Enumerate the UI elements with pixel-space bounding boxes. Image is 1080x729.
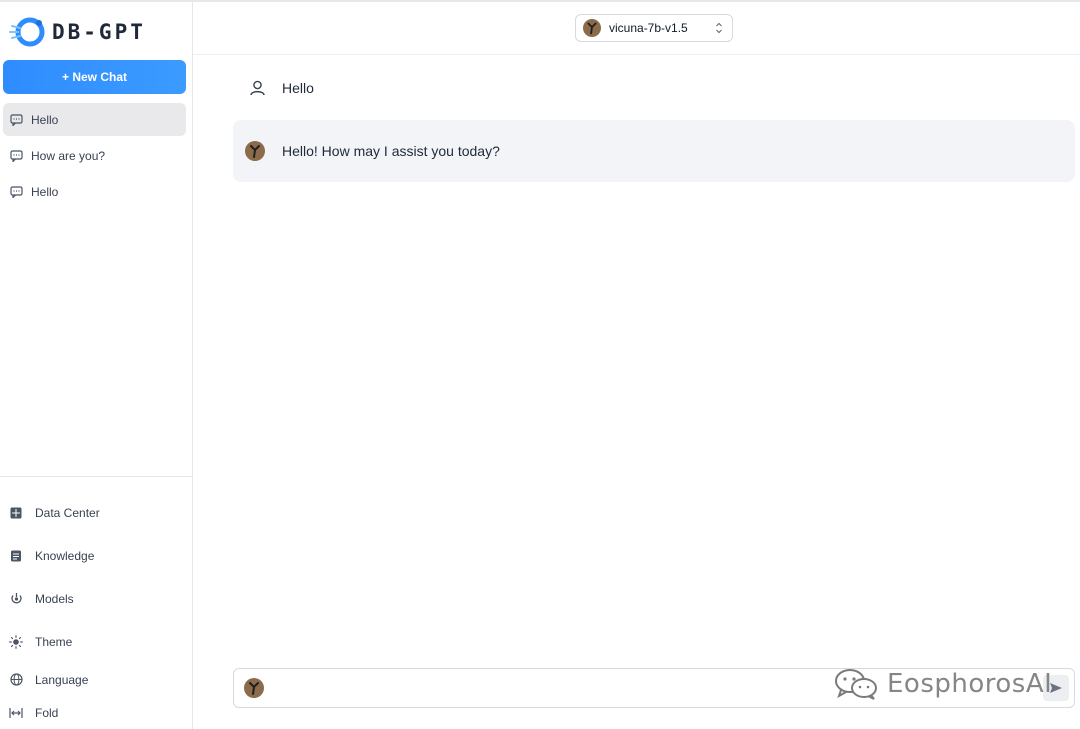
menu-label: Models xyxy=(35,591,74,606)
sidebar-menu: Data Center Knowledge Models Theme Langu… xyxy=(0,476,192,729)
chat-bubble-icon xyxy=(9,113,23,127)
message-input[interactable] xyxy=(274,673,1074,703)
menu-label: Knowledge xyxy=(35,548,95,563)
composer-avatar-icon xyxy=(244,678,264,698)
conversation-label: How are you? xyxy=(31,148,106,163)
send-icon xyxy=(1050,683,1062,693)
chat-bubble-icon xyxy=(9,185,23,199)
logo-icon xyxy=(9,17,45,47)
chat-bubble-icon xyxy=(9,149,23,163)
menu-item-knowledge[interactable]: Knowledge xyxy=(0,534,192,577)
menu-label: Theme xyxy=(35,634,73,649)
user-icon xyxy=(249,80,265,96)
menu-label: Data Center xyxy=(35,505,100,520)
chevron-up-down-icon xyxy=(716,22,722,34)
top-bar: vicuna-7b-v1.5 xyxy=(193,2,1080,55)
assistant-message-text: Hello! How may I assist you today? xyxy=(282,143,500,159)
chat-main: vicuna-7b-v1.5 Hello Hello! How may I as… xyxy=(193,2,1080,729)
user-message-text: Hello xyxy=(282,80,314,96)
menu-item-theme[interactable]: Theme xyxy=(0,620,192,663)
menu-item-data-center[interactable]: Data Center xyxy=(0,491,192,534)
sun-icon xyxy=(9,634,23,649)
app-window: DB-GPT + New Chat Hello How are you? Hel… xyxy=(0,0,1080,729)
conversation-item-how-are-you[interactable]: How are you? xyxy=(3,139,186,172)
model-avatar-icon xyxy=(583,19,601,37)
menu-label: Language xyxy=(35,672,89,687)
assistant-message: Hello! How may I assist you today? xyxy=(233,120,1075,182)
model-select[interactable]: vicuna-7b-v1.5 xyxy=(575,14,733,42)
menu-item-models[interactable]: Models xyxy=(0,577,192,620)
model-icon xyxy=(9,592,23,606)
user-message: Hello xyxy=(233,68,1075,108)
logo-text: DB-GPT xyxy=(52,20,146,44)
conversation-label: Hello xyxy=(31,184,59,199)
grid-icon xyxy=(9,506,23,520)
menu-item-language[interactable]: Language xyxy=(0,663,192,696)
sidebar: DB-GPT + New Chat Hello How are you? Hel… xyxy=(0,2,193,729)
conversation-item-hello[interactable]: Hello xyxy=(3,103,186,136)
globe-icon xyxy=(9,673,23,687)
conversation-item-hello-2[interactable]: Hello xyxy=(3,175,186,208)
conversation-label: Hello xyxy=(31,112,59,127)
menu-item-fold[interactable]: Fold xyxy=(0,696,192,729)
logo: DB-GPT xyxy=(8,12,178,52)
send-button[interactable] xyxy=(1043,675,1069,701)
menu-label: Fold xyxy=(35,705,59,720)
model-name: vicuna-7b-v1.5 xyxy=(609,21,688,35)
assistant-avatar-icon xyxy=(245,141,265,161)
document-icon xyxy=(9,549,23,563)
conversation-list: Hello How are you? Hello xyxy=(3,103,186,211)
new-chat-button[interactable]: + New Chat xyxy=(3,60,186,94)
message-composer xyxy=(233,668,1075,708)
fold-icon xyxy=(9,706,23,720)
